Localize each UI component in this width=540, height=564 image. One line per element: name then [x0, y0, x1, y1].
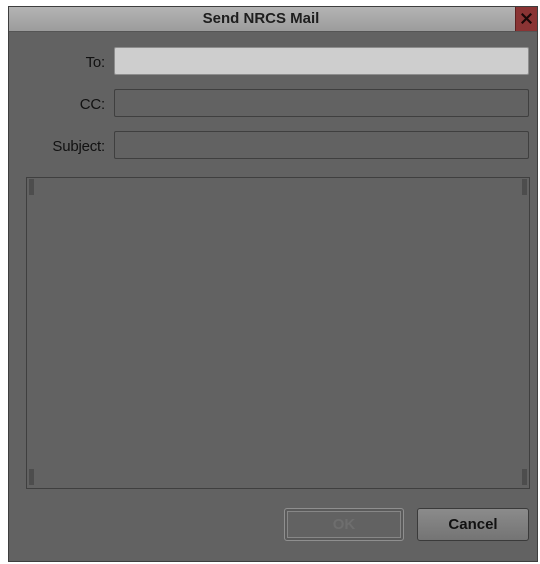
cancel-button[interactable]: Cancel: [417, 508, 529, 541]
cc-field[interactable]: [114, 89, 529, 117]
subject-label: Subject:: [52, 138, 105, 155]
dialog-title: Send NRCS Mail: [202, 10, 320, 27]
ok-button[interactable]: OK: [284, 508, 404, 541]
to-field[interactable]: [114, 47, 529, 75]
subject-field[interactable]: [114, 131, 529, 159]
send-nrcs-mail-dialog: Send NRCS Mail To: CC: Subject: OK Cance…: [8, 6, 538, 562]
title-bar[interactable]: Send NRCS Mail: [9, 7, 537, 32]
body-corner-marker: [522, 469, 527, 485]
message-body-textarea[interactable]: [26, 177, 530, 489]
cc-label: CC:: [79, 96, 105, 113]
body-corner-marker: [29, 469, 34, 485]
to-label: To:: [85, 54, 106, 71]
close-button[interactable]: [515, 7, 537, 31]
body-corner-marker: [29, 179, 34, 195]
body-corner-marker: [522, 179, 527, 195]
